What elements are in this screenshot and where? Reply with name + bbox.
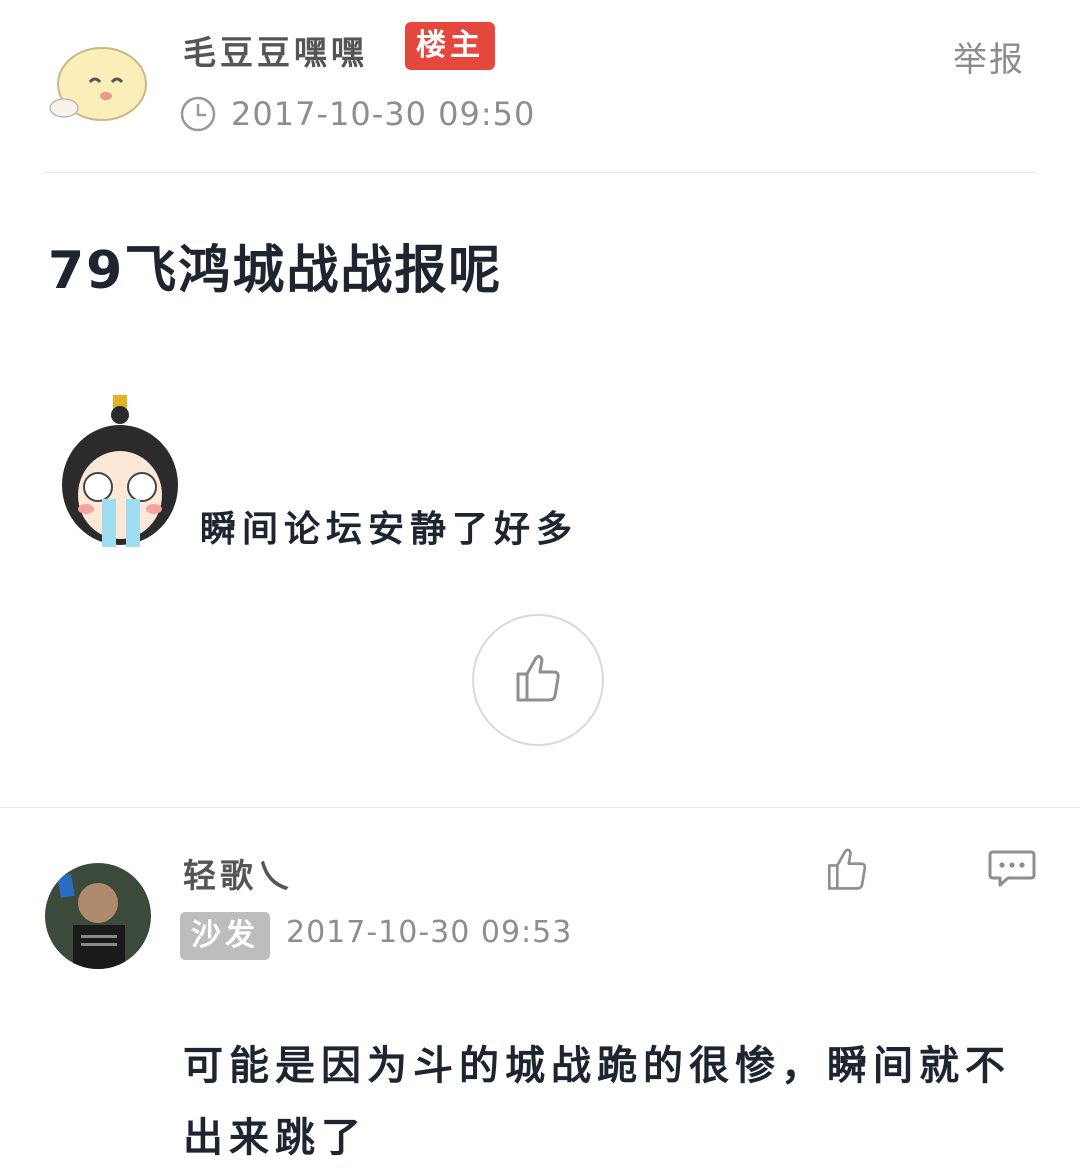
report-button[interactable]: 举报 (953, 32, 1025, 81)
reply-username[interactable]: 轻歌乀 (183, 849, 294, 897)
reply-body: 可能是因为斗的城战跪的很惨，瞬间就不出来跳了 (183, 1043, 1011, 1161)
op-timestamp: 2017-10-30 09:50 (231, 95, 536, 133)
crying-sticker-image (56, 395, 186, 547)
clock-icon (180, 96, 216, 132)
reply-comment-button[interactable] (988, 850, 1036, 888)
post-like-button[interactable] (472, 614, 604, 746)
post-divider (0, 807, 1080, 808)
thumbs-up-icon (825, 848, 869, 896)
reply-like-button[interactable] (825, 846, 869, 892)
op-badge: 楼主 (405, 22, 495, 70)
thumbs-up-icon (514, 652, 562, 708)
header-divider (44, 172, 1036, 173)
post-title: 79飞鸿城战战报呢 (48, 241, 503, 301)
reply-timestamp: 2017-10-30 09:53 (286, 915, 573, 950)
comment-icon (988, 850, 1036, 892)
post-body: 瞬间论坛安静了好多 (200, 509, 579, 550)
op-avatar[interactable] (46, 36, 150, 126)
floor-badge: 沙发 (180, 912, 270, 960)
op-username[interactable]: 毛豆豆嘿嘿 (183, 26, 368, 74)
reply-avatar[interactable] (45, 863, 151, 969)
